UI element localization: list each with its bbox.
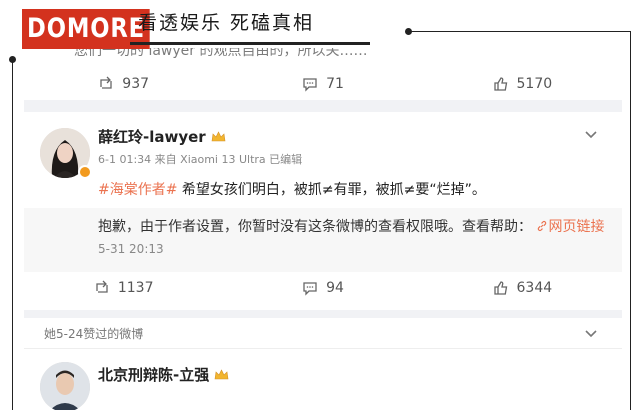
like-icon	[493, 77, 507, 91]
crown-icon	[211, 130, 226, 141]
post-header	[40, 362, 90, 410]
brand-slogan: 看透娱乐 死磕真相	[138, 12, 315, 34]
frame-line-left	[12, 60, 13, 410]
author-name[interactable]: 北京刑辩陈-立强	[98, 364, 209, 385]
like-button[interactable]: 5170	[423, 76, 622, 92]
post-content: #海棠作者# 希望女孩们明白，被抓≠有罪，被抓≠要“烂掉”。	[98, 179, 486, 199]
liked-section-label: 她5-24赞过的微博	[44, 327, 144, 341]
comment-button[interactable]: 94	[223, 280, 422, 296]
like-button[interactable]: 6344	[423, 280, 622, 296]
action-bar: 1137 94 6344	[24, 266, 622, 310]
action-bar: 937 71 5170	[24, 62, 622, 106]
chevron-down-icon[interactable]	[584, 128, 598, 142]
retweet-block: 抱歉，由于作者设置，你暂时没有这条微博的查看权限哦。查看帮助： 网页链接 5-3…	[24, 208, 622, 272]
comment-button[interactable]: 71	[223, 76, 422, 92]
post-text: 希望女孩们明白，被抓≠有罪，被抓≠要“烂掉”。	[177, 182, 486, 198]
repost-count: 937	[122, 76, 150, 92]
post-card-previous: 您们一切的 lawyer 的观点自由的，所以关…… 937 71 5170	[24, 48, 622, 100]
retweet-text: 抱歉，由于作者设置，你暂时没有这条微博的查看权限哦。查看帮助： 网页链接	[98, 216, 604, 236]
post-meta: 6-1 01:34 来自 Xiaomi 13 Ultra 已编辑	[98, 153, 303, 166]
comment-icon	[303, 282, 317, 296]
repost-icon	[100, 76, 112, 89]
repost-icon	[96, 280, 108, 293]
comment-count: 71	[326, 76, 344, 92]
post-header	[40, 128, 92, 179]
repost-button[interactable]: 937	[24, 76, 223, 92]
author-block: 北京刑辩陈-立强	[98, 364, 229, 385]
chevron-down-icon[interactable]	[584, 327, 598, 341]
weibo-feed: 您们一切的 lawyer 的观点自由的，所以关…… 937 71 5170 薛红…	[24, 48, 622, 410]
retweet-time: 5-31 20:13	[98, 242, 164, 256]
crown-icon	[214, 368, 229, 379]
like-icon	[493, 281, 507, 295]
like-count: 5170	[516, 76, 553, 92]
brand-underline	[130, 42, 370, 45]
post-card-main: 薛红玲-lawyer 6-1 01:34 来自 Xiaomi 13 Ultra …	[24, 112, 622, 310]
link-icon	[538, 220, 547, 232]
frame-dot-left	[9, 56, 16, 63]
comment-icon	[303, 78, 317, 92]
avatar-image	[40, 362, 90, 410]
post-card-next: 她5-24赞过的微博 北京刑辩陈-立强	[24, 318, 622, 410]
web-page-link[interactable]: 网页链接	[548, 219, 604, 235]
author-name[interactable]: 薛红玲-lawyer	[98, 126, 206, 147]
divider	[24, 348, 622, 349]
retweet-message: 抱歉，由于作者设置，你暂时没有这条微博的查看权限哦。查看帮助：	[98, 219, 532, 235]
hashtag-link[interactable]: #海棠作者#	[98, 182, 177, 198]
frame-line-right	[630, 31, 631, 410]
frame-line-top	[410, 31, 631, 32]
frame-dot-top	[405, 28, 412, 35]
repost-button[interactable]: 1137	[24, 280, 223, 296]
repost-count: 1137	[117, 280, 154, 296]
avatar[interactable]	[40, 362, 90, 410]
like-count: 6344	[516, 280, 553, 296]
verified-icon	[78, 165, 92, 179]
comment-count: 94	[326, 280, 344, 296]
author-block: 薛红玲-lawyer 6-1 01:34 来自 Xiaomi 13 Ultra …	[98, 126, 302, 167]
